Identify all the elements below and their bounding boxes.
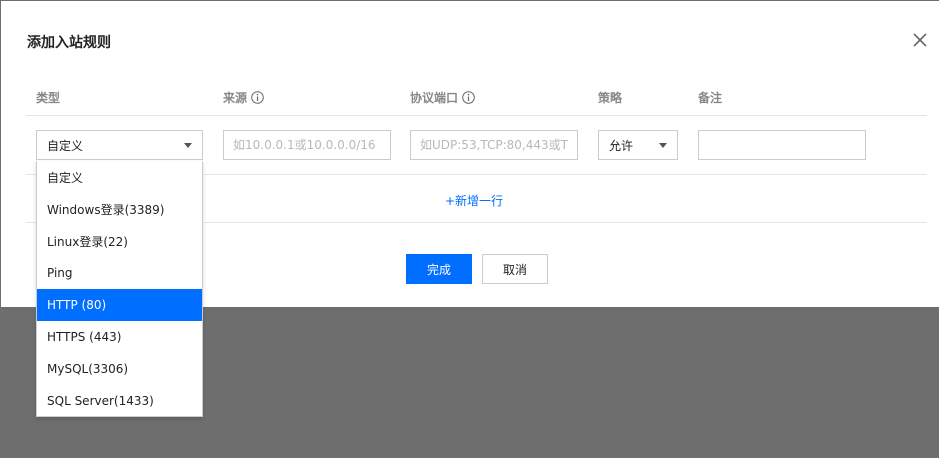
dialog-title: 添加入站规则 bbox=[27, 35, 111, 51]
dropdown-item-mysql[interactable]: MySQL(3306) bbox=[37, 353, 202, 385]
remark-input[interactable] bbox=[698, 130, 866, 160]
dropdown-item-ping[interactable]: Ping bbox=[37, 257, 202, 289]
cancel-button[interactable]: 取消 bbox=[482, 254, 548, 284]
header-policy-label: 策略 bbox=[598, 91, 623, 105]
header-remark-label: 备注 bbox=[698, 91, 723, 105]
port-input[interactable] bbox=[410, 130, 578, 160]
dropdown-item-linux-login[interactable]: Linux登录(22) bbox=[37, 225, 202, 257]
dropdown-item-windows-login[interactable]: Windows登录(3389) bbox=[37, 193, 202, 225]
header-policy: 策略 bbox=[598, 89, 622, 106]
dropdown-item-custom[interactable]: 自定义 bbox=[37, 161, 202, 193]
caret-down-icon bbox=[184, 143, 192, 148]
header-remark: 备注 bbox=[698, 89, 722, 106]
info-icon[interactable] bbox=[251, 91, 264, 104]
header-source-label: 来源 bbox=[223, 91, 248, 105]
header-port: 协议端口 bbox=[410, 89, 475, 106]
header-type: 类型 bbox=[36, 89, 60, 106]
type-select[interactable]: 自定义 bbox=[36, 130, 203, 160]
dropdown-item-sql-server[interactable]: SQL Server(1433) bbox=[37, 385, 202, 417]
policy-select[interactable]: 允许 bbox=[598, 130, 678, 160]
add-row-link[interactable]: +新增一行 bbox=[445, 192, 503, 209]
dropdown-item-https[interactable]: HTTPS (443) bbox=[37, 321, 202, 353]
header-source: 来源 bbox=[223, 89, 264, 106]
confirm-button[interactable]: 完成 bbox=[406, 254, 472, 284]
type-dropdown-menu: 自定义 Windows登录(3389) Linux登录(22) Ping HTT… bbox=[36, 161, 203, 417]
close-icon[interactable] bbox=[909, 29, 931, 51]
divider bbox=[26, 115, 927, 116]
header-type-label: 类型 bbox=[36, 91, 61, 105]
caret-down-icon bbox=[659, 143, 667, 148]
dropdown-item-http[interactable]: HTTP (80) bbox=[37, 289, 202, 321]
info-icon[interactable] bbox=[462, 91, 475, 104]
source-input[interactable] bbox=[223, 130, 391, 160]
type-select-value: 自定义 bbox=[47, 138, 84, 153]
policy-select-value: 允许 bbox=[609, 138, 634, 153]
header-port-label: 协议端口 bbox=[410, 91, 459, 105]
